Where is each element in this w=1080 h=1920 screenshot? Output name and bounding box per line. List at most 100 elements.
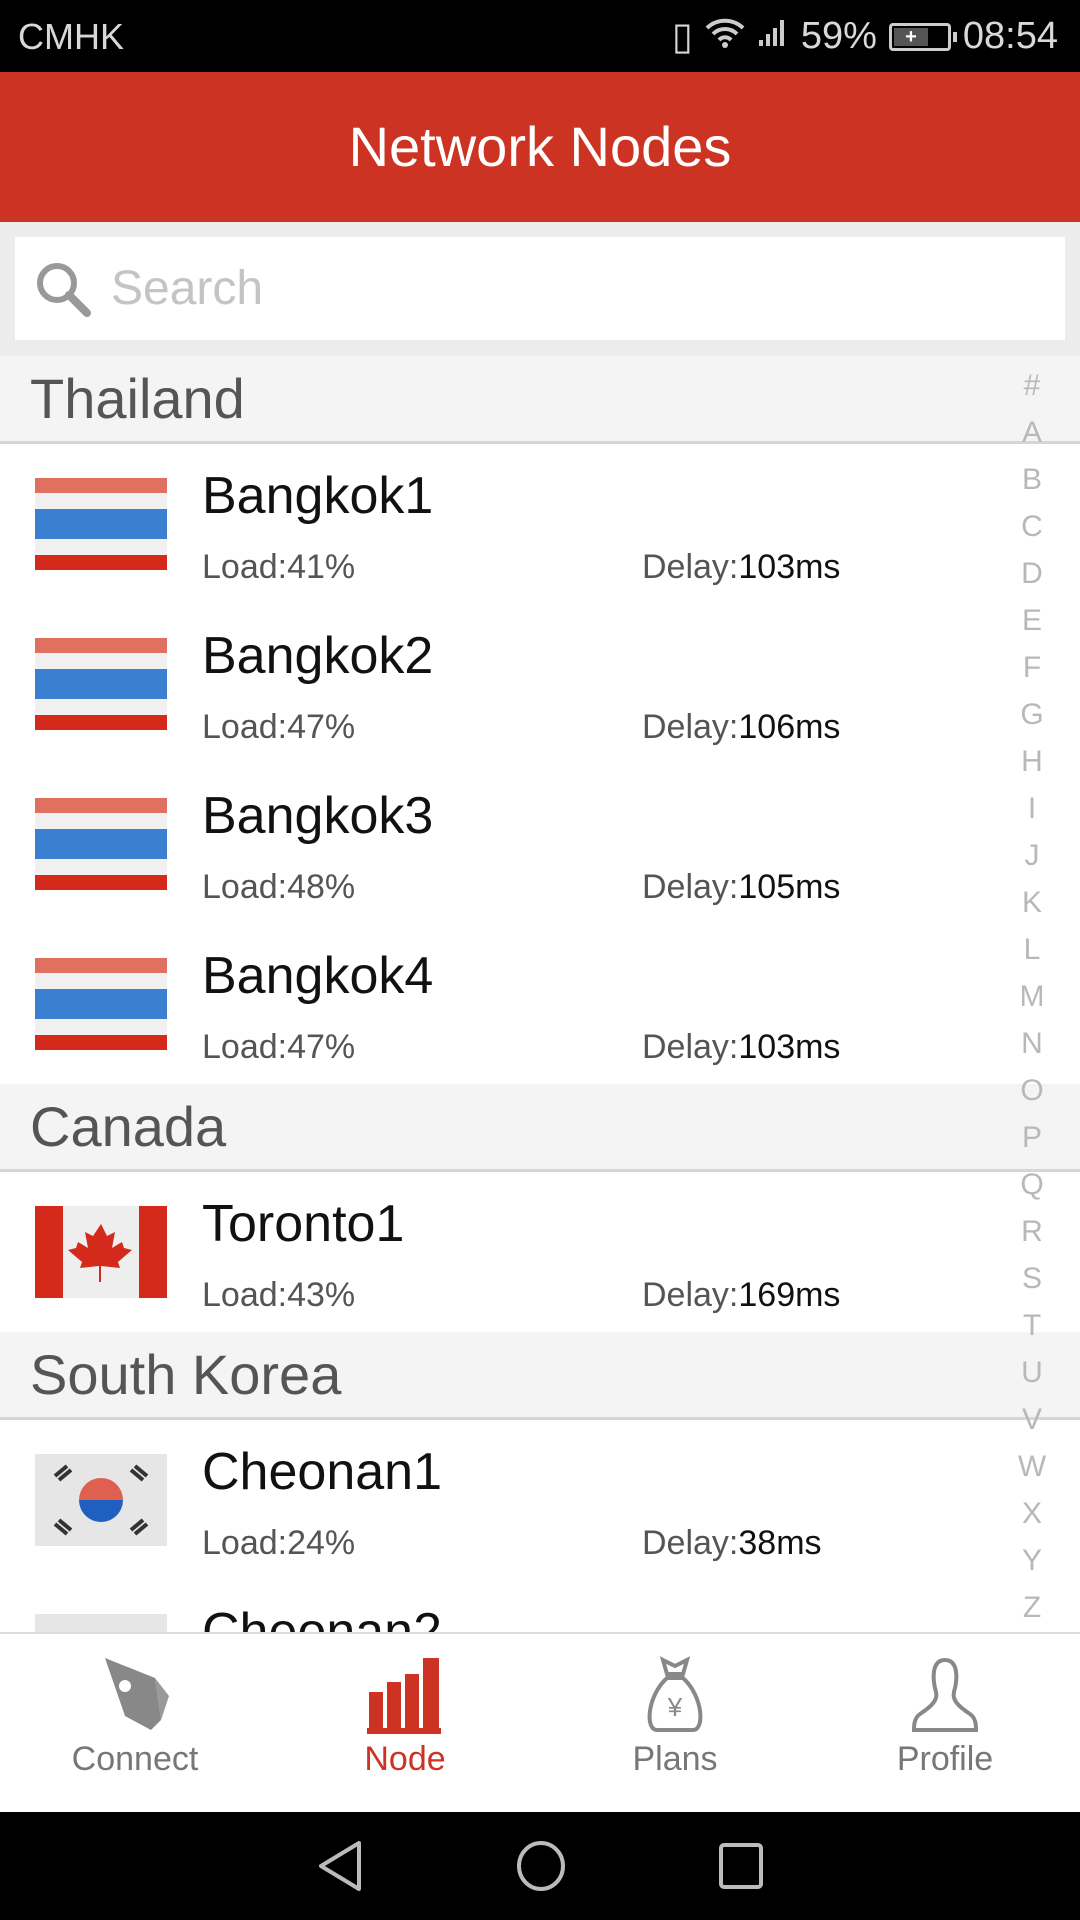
south-korea-flag-icon xyxy=(35,1454,167,1546)
index-letter[interactable]: H xyxy=(1021,738,1043,785)
index-letter[interactable]: J xyxy=(1025,832,1040,879)
index-letter[interactable]: L xyxy=(1024,926,1041,973)
home-icon[interactable] xyxy=(515,1839,567,1893)
delay-value: 106ms xyxy=(738,708,841,746)
load-label: Load: xyxy=(202,548,288,586)
clock: 08:54 xyxy=(962,15,1058,57)
node-row[interactable]: Cheonan2 xyxy=(0,1580,1080,1632)
thailand-flag-icon xyxy=(35,478,167,570)
node-row[interactable]: Bangkok1 Load:41% Delay:103ms xyxy=(0,444,1080,604)
index-letter[interactable]: G xyxy=(1020,691,1043,738)
search-input[interactable] xyxy=(111,261,1011,316)
delay-value: 169ms xyxy=(738,1276,841,1314)
load-value: 43% xyxy=(287,1276,356,1314)
load-value: 48% xyxy=(287,868,356,906)
index-letter[interactable]: E xyxy=(1022,597,1042,644)
index-letter[interactable]: K xyxy=(1022,879,1042,926)
node-load: Load:47% xyxy=(202,1028,355,1067)
delay-label: Delay: xyxy=(642,868,739,906)
index-letter[interactable]: Q xyxy=(1020,1161,1043,1208)
node-name: Cheonan2 xyxy=(202,1603,442,1632)
delay-value: 38ms xyxy=(738,1524,822,1562)
load-value: 47% xyxy=(287,1028,356,1066)
delay-label: Delay: xyxy=(642,1524,739,1562)
thailand-flag-icon xyxy=(35,798,167,890)
recents-icon[interactable] xyxy=(717,1841,765,1891)
index-letter[interactable]: O xyxy=(1020,1067,1043,1114)
delay-label: Delay: xyxy=(642,1276,739,1314)
app-header: Network Nodes xyxy=(0,72,1080,222)
rocket-icon xyxy=(105,1658,169,1730)
node-row[interactable]: Bangkok4 Load:47% Delay:103ms xyxy=(0,924,1080,1084)
index-letter[interactable]: C xyxy=(1021,503,1043,550)
node-name: Bangkok1 xyxy=(202,467,434,525)
tab-label: Node xyxy=(364,1740,446,1778)
node-name: Bangkok4 xyxy=(202,947,434,1005)
load-label: Load: xyxy=(202,708,288,746)
index-letter[interactable]: D xyxy=(1021,550,1043,597)
node-row[interactable]: Toronto1 Load:43% Delay:169ms xyxy=(0,1172,1080,1332)
node-load: Load:41% xyxy=(202,548,355,587)
person-icon xyxy=(911,1657,979,1732)
load-value: 47% xyxy=(287,708,356,746)
index-letter[interactable]: F xyxy=(1023,644,1041,691)
node-name: Cheonan1 xyxy=(202,1443,442,1501)
tab-node[interactable]: Node xyxy=(270,1634,540,1812)
node-load: Load:43% xyxy=(202,1276,355,1315)
index-letter[interactable]: N xyxy=(1021,1020,1043,1067)
battery-charging-icon: + xyxy=(888,22,957,51)
search-icon xyxy=(37,262,91,317)
index-letter[interactable]: Y xyxy=(1022,1537,1042,1584)
load-label: Load: xyxy=(202,1276,288,1314)
index-letter[interactable]: I xyxy=(1028,785,1036,832)
tab-label: Plans xyxy=(632,1740,718,1778)
index-letter[interactable]: # xyxy=(1024,362,1041,409)
index-letter[interactable]: R xyxy=(1021,1208,1043,1255)
index-letter[interactable]: M xyxy=(1020,973,1045,1020)
section-header-canada: Canada xyxy=(0,1084,1080,1172)
battery-percent: 59% xyxy=(800,15,877,57)
index-letter[interactable]: T xyxy=(1023,1302,1041,1349)
node-row[interactable]: Bangkok2 Load:47% Delay:106ms xyxy=(0,604,1080,764)
status-bar: CMHK ▯ 59% + 08:54 xyxy=(0,0,1080,72)
load-label: Load: xyxy=(202,1028,288,1066)
node-delay: Delay:103ms xyxy=(642,548,840,587)
load-value: 41% xyxy=(287,548,356,586)
node-delay: Delay:105ms xyxy=(642,868,840,907)
bottom-tab-bar: Connect Node ¥ Plans Profile xyxy=(0,1632,1080,1812)
node-list[interactable]: Thailand Bangkok1 Load:41% Delay:103ms B… xyxy=(0,356,1080,1632)
index-letter[interactable]: Z xyxy=(1023,1584,1041,1631)
node-load: Load:47% xyxy=(202,708,355,747)
index-letter[interactable]: A xyxy=(1022,409,1042,456)
index-letter[interactable]: V xyxy=(1022,1396,1042,1443)
node-name: Toronto1 xyxy=(202,1195,405,1253)
load-value: 24% xyxy=(287,1524,356,1562)
tab-label: Connect xyxy=(71,1740,199,1778)
index-letter[interactable]: X xyxy=(1022,1490,1042,1537)
index-letter[interactable]: U xyxy=(1021,1349,1043,1396)
thailand-flag-icon xyxy=(35,638,167,730)
index-letter[interactable]: S xyxy=(1022,1255,1042,1302)
index-letter[interactable]: W xyxy=(1018,1443,1046,1490)
node-load: Load:48% xyxy=(202,868,355,907)
tab-connect[interactable]: Connect xyxy=(0,1634,270,1812)
tab-label: Profile xyxy=(896,1740,994,1778)
node-row[interactable]: Bangkok3 Load:48% Delay:105ms xyxy=(0,764,1080,924)
alphabet-index[interactable]: # A B C D E F G H I J K L M N O P Q R S T U V W X Y Z xyxy=(1002,362,1062,1631)
svg-text:¥: ¥ xyxy=(667,1692,683,1722)
search-box[interactable] xyxy=(15,237,1065,340)
delay-value: 105ms xyxy=(738,868,841,906)
search-area xyxy=(0,222,1080,356)
delay-label: Delay: xyxy=(642,548,739,586)
tab-profile[interactable]: Profile xyxy=(810,1634,1080,1812)
tab-plans[interactable]: ¥ Plans xyxy=(540,1634,810,1812)
node-delay: Delay:103ms xyxy=(642,1028,840,1067)
delay-value: 103ms xyxy=(738,548,841,586)
bar-chart-icon xyxy=(367,1658,441,1734)
delay-value: 103ms xyxy=(738,1028,841,1066)
money-bag-icon: ¥ xyxy=(647,1656,703,1732)
back-icon[interactable] xyxy=(315,1839,365,1893)
index-letter[interactable]: B xyxy=(1022,456,1042,503)
node-row[interactable]: Cheonan1 Load:24% Delay:38ms xyxy=(0,1420,1080,1580)
index-letter[interactable]: P xyxy=(1022,1114,1042,1161)
